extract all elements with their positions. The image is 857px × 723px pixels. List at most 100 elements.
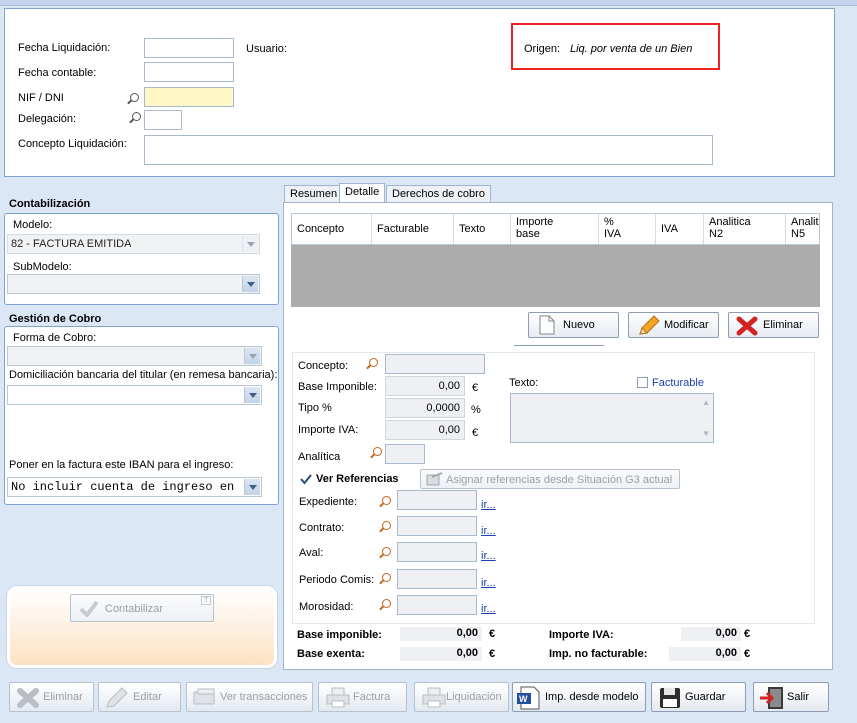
guardar-button[interactable]: Guardar bbox=[651, 682, 746, 712]
imp-desde-modelo-button[interactable]: W Imp. desde modelo bbox=[512, 682, 646, 712]
nif-search-icon[interactable] bbox=[125, 92, 139, 106]
facturable-checkbox[interactable] bbox=[637, 377, 648, 388]
delegacion-search-icon[interactable] bbox=[127, 111, 141, 125]
total-base-imponible-value: 0,00 bbox=[400, 627, 482, 641]
importe-iva-unit: € bbox=[472, 427, 479, 439]
iban-dropdown-arrow-icon[interactable] bbox=[244, 479, 260, 495]
expediente-input[interactable] bbox=[397, 490, 477, 510]
submodelo-dropdown-arrow-icon[interactable] bbox=[242, 276, 258, 292]
nuevo-button[interactable]: Nuevo bbox=[528, 312, 619, 338]
origen-value: Liq. por venta de un Bien bbox=[570, 43, 693, 55]
column-header[interactable]: Importe base bbox=[511, 214, 599, 244]
exit-door-icon bbox=[760, 687, 783, 709]
column-header-label: % IVA bbox=[604, 216, 621, 240]
expediente-link[interactable]: ir... bbox=[481, 499, 496, 511]
liquidacion-button[interactable]: Liquidación bbox=[414, 682, 509, 712]
aval-input[interactable] bbox=[397, 542, 477, 562]
submodelo-label: SubModelo: bbox=[13, 261, 72, 273]
facturable-label: Facturable bbox=[652, 377, 704, 389]
column-header[interactable]: Analitica N2 bbox=[704, 214, 786, 244]
total-importe-iva-label: Importe IVA: bbox=[549, 629, 614, 641]
forma-cobro-dropdown-arrow-icon[interactable] bbox=[244, 348, 260, 364]
tab-resumen[interactable]: Resumen bbox=[284, 185, 344, 203]
modelo-dropdown-arrow-icon[interactable] bbox=[242, 236, 258, 252]
column-header[interactable]: Concepto bbox=[292, 214, 372, 244]
analitica-input[interactable] bbox=[385, 444, 425, 464]
submodelo-select[interactable] bbox=[7, 274, 260, 294]
analitica-search-icon[interactable] bbox=[368, 446, 382, 460]
column-header[interactable]: Facturable bbox=[372, 214, 454, 244]
morosidad-label: Morosidad: bbox=[299, 601, 354, 613]
morosidad-search-icon[interactable] bbox=[377, 598, 391, 612]
forma-cobro-select[interactable] bbox=[7, 346, 262, 366]
ver-transacciones-button[interactable]: Ver transacciones bbox=[186, 682, 313, 712]
domiciliacion-label: Domiciliación bancaria del titular (en r… bbox=[9, 369, 278, 381]
ver-referencias-checkbox[interactable] bbox=[300, 473, 312, 485]
morosidad-link[interactable]: ir... bbox=[481, 603, 496, 615]
asignar-referencias-button[interactable]: Asignar referencias desde Situación G3 a… bbox=[420, 469, 680, 489]
eliminar-grid-button[interactable]: Eliminar bbox=[728, 312, 819, 338]
column-header[interactable]: IVA bbox=[656, 214, 704, 244]
periodo-comis-search-icon[interactable] bbox=[377, 572, 391, 586]
aval-search-icon[interactable] bbox=[377, 546, 391, 560]
column-header-label: Analitica N2 bbox=[709, 216, 751, 240]
fecha-liquidacion-label: Fecha Liquidación: bbox=[18, 42, 111, 54]
column-header[interactable]: Texto bbox=[454, 214, 511, 244]
tab-derechos-cobro[interactable]: Derechos de cobro bbox=[386, 185, 491, 203]
delete-x-icon bbox=[17, 688, 39, 708]
periodo-comis-link[interactable]: ir... bbox=[481, 577, 496, 589]
column-header[interactable]: Analiti N5 bbox=[786, 214, 819, 244]
column-header-label: Texto bbox=[459, 223, 486, 235]
column-header-label: IVA bbox=[661, 223, 678, 235]
fecha-contable-input[interactable] bbox=[144, 62, 234, 82]
delete-x-icon bbox=[736, 316, 758, 336]
scroll-up-icon[interactable]: ▲ bbox=[702, 398, 710, 407]
periodo-comis-input[interactable] bbox=[397, 569, 477, 589]
tab-detalle[interactable]: Detalle bbox=[339, 183, 386, 202]
modificar-button[interactable]: Modificar bbox=[628, 312, 719, 338]
assign-references-icon bbox=[426, 472, 443, 486]
nif-input[interactable] bbox=[144, 87, 234, 107]
tab-derechos-cobro-label: Derechos de cobro bbox=[392, 188, 485, 200]
expediente-search-icon[interactable] bbox=[377, 495, 391, 509]
concepto-liquidacion-input[interactable] bbox=[144, 135, 713, 165]
detail-grid-body[interactable] bbox=[291, 245, 820, 307]
ver-transacciones-label: Ver transacciones bbox=[220, 691, 308, 703]
column-header[interactable]: % IVA bbox=[599, 214, 656, 244]
separator-line bbox=[514, 345, 604, 346]
salir-button[interactable]: Salir bbox=[753, 682, 829, 712]
domiciliacion-select[interactable] bbox=[7, 385, 262, 405]
modelo-select[interactable]: 82 - FACTURA EMITIDA bbox=[7, 234, 260, 254]
salir-label: Salir bbox=[787, 691, 810, 703]
window-top-bar bbox=[0, 0, 857, 6]
contrato-input[interactable] bbox=[397, 516, 477, 536]
contrato-label: Contrato: bbox=[299, 522, 345, 534]
tipo-input[interactable]: 0,0000 bbox=[385, 398, 465, 418]
periodo-comis-label: Periodo Comis: bbox=[299, 574, 375, 586]
iban-select[interactable]: No incluir cuenta de ingreso en l bbox=[7, 477, 262, 497]
contrato-search-icon[interactable] bbox=[377, 520, 391, 534]
contrato-link[interactable]: ir... bbox=[481, 525, 496, 537]
tab-resumen-label: Resumen bbox=[290, 188, 338, 200]
editar-button[interactable]: Editar bbox=[98, 682, 181, 712]
texto-textarea[interactable]: ▲ ▼ bbox=[510, 393, 714, 443]
delegacion-input[interactable] bbox=[144, 110, 182, 130]
factura-button[interactable]: Factura bbox=[318, 682, 407, 712]
total-imp-no-facturable-currency: € bbox=[744, 648, 751, 660]
modelo-label: Modelo: bbox=[13, 219, 53, 231]
origen-label: Origen: bbox=[524, 43, 561, 55]
morosidad-input[interactable] bbox=[397, 595, 477, 615]
shortcut-badge-icon: T bbox=[201, 596, 211, 605]
fecha-liquidacion-input[interactable] bbox=[144, 38, 234, 58]
concepto-input[interactable] bbox=[385, 354, 485, 374]
concepto-search-icon[interactable] bbox=[364, 357, 378, 371]
contabilizar-button[interactable]: Contabilizar T bbox=[70, 594, 214, 622]
aval-link[interactable]: ir... bbox=[481, 550, 496, 562]
base-imponible-input[interactable]: 0,00 bbox=[385, 376, 465, 396]
eliminar-button[interactable]: Eliminar bbox=[9, 682, 94, 712]
concepto-label: Concepto: bbox=[298, 360, 349, 372]
domiciliacion-dropdown-arrow-icon[interactable] bbox=[244, 387, 260, 403]
scroll-down-icon[interactable]: ▼ bbox=[702, 429, 710, 438]
importe-iva-input[interactable]: 0,00 bbox=[385, 420, 465, 440]
iban-value: No incluir cuenta de ingreso en l bbox=[11, 480, 241, 494]
